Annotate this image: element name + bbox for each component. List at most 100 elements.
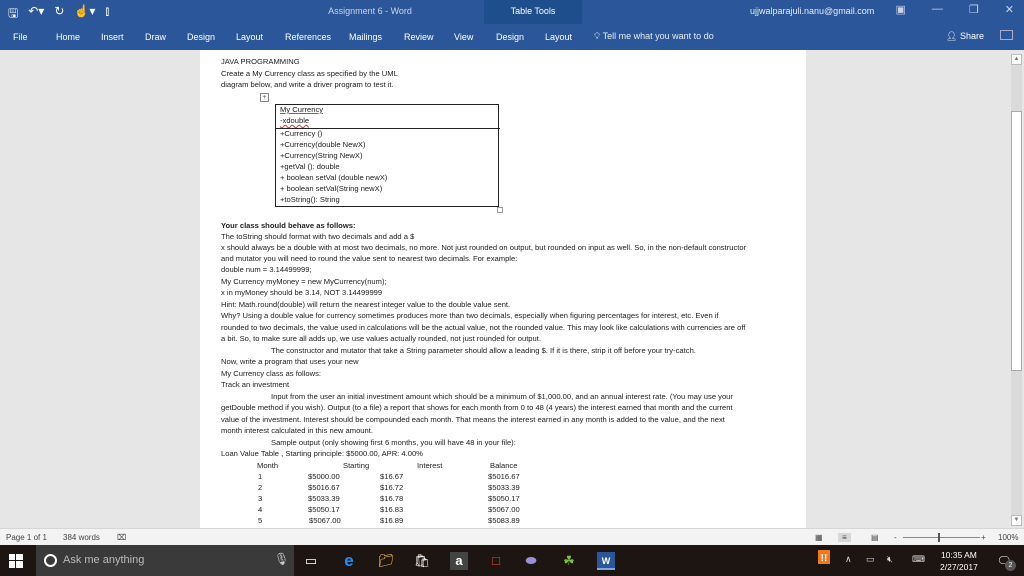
- table-cell: $5067.00: [309, 516, 341, 525]
- edge-browser-icon[interactable]: e: [340, 552, 358, 570]
- scrollbar-thumb[interactable]: [1011, 111, 1022, 371]
- tab-table-layout[interactable]: Layout: [545, 32, 572, 42]
- table-cell: $5050.17: [488, 494, 520, 503]
- windows-start-icon[interactable]: [9, 554, 23, 568]
- doc-line: and mutator you will need to round the v…: [221, 254, 518, 263]
- table-header: Starting: [343, 461, 370, 470]
- doc-line: My Currency class as follows:: [221, 369, 322, 378]
- table-cell: $5000.00: [308, 472, 340, 481]
- search-placeholder: Ask me anything: [63, 554, 145, 566]
- share-button[interactable]: 👤︎ Share: [946, 31, 984, 42]
- tab-mailings[interactable]: Mailings: [349, 32, 382, 42]
- tab-file[interactable]: File: [13, 32, 28, 42]
- zoom-out-button[interactable]: -: [894, 533, 897, 542]
- table-resize-handle[interactable]: [497, 207, 503, 213]
- volume-muted-icon[interactable]: 🔇︎: [887, 554, 893, 565]
- store-icon[interactable]: 🛍︎: [413, 552, 431, 570]
- tell-me-search[interactable]: 💡︎ Tell me what you want to do: [594, 31, 714, 42]
- share-label: Share: [959, 31, 984, 41]
- doc-line: Your class should behave as follows:: [221, 221, 356, 230]
- file-explorer-icon[interactable]: 📁︎: [377, 552, 395, 570]
- window-controls: ▣ — ❐ ✕: [896, 3, 1015, 16]
- uml-method: +Currency(double NewX): [280, 140, 366, 149]
- proofing-icon[interactable]: ⌧: [117, 533, 126, 542]
- document-page[interactable]: JAVA PROGRAMMING Create a My Currency cl…: [200, 50, 806, 528]
- tell-me-label: Tell me what you want to do: [602, 31, 714, 41]
- table-cell: $5016.67: [488, 472, 520, 481]
- doc-line: value of the investment. Interest should…: [221, 415, 725, 424]
- task-view-icon[interactable]: ▭: [302, 552, 320, 570]
- minimize-icon[interactable]: —: [932, 3, 943, 16]
- eclipse-icon[interactable]: ⬬: [522, 552, 540, 570]
- read-mode-icon[interactable]: ▦: [815, 533, 823, 542]
- doc-line: Track an investment: [221, 380, 290, 389]
- table-cell: 1: [258, 472, 263, 481]
- restore-icon[interactable]: ❐: [969, 3, 979, 16]
- office-icon[interactable]: □: [487, 552, 505, 570]
- page-count[interactable]: Page 1 of 1: [6, 533, 47, 542]
- system-clock[interactable]: 10:35 AM 2/27/2017: [940, 549, 978, 573]
- document-area: JAVA PROGRAMMING Create a My Currency cl…: [0, 50, 1010, 528]
- notification-count-badge: 2: [1005, 560, 1016, 571]
- cortana-search-box[interactable]: Ask me anything 🎙︎: [36, 545, 294, 576]
- table-cell: $16.83: [380, 505, 404, 514]
- table-cell: $5016.67: [308, 483, 340, 492]
- tab-layout[interactable]: Layout: [236, 32, 263, 42]
- tab-home[interactable]: Home: [56, 32, 80, 42]
- word-count[interactable]: 384 words: [63, 533, 100, 542]
- keyboard-icon[interactable]: ⌨: [912, 554, 925, 565]
- tab-table-design[interactable]: Design: [496, 32, 524, 42]
- word-taskbar-icon[interactable]: W: [597, 552, 615, 570]
- print-layout-icon[interactable]: ≡: [838, 533, 851, 542]
- alert-icon[interactable]: !!: [818, 550, 830, 564]
- app-icon[interactable]: ☘: [560, 552, 578, 570]
- zoom-slider-thumb[interactable]: [938, 533, 940, 542]
- tab-view[interactable]: View: [454, 32, 473, 42]
- table-row: 1 $5000.00 $16.67 $5016.67: [221, 472, 551, 483]
- microphone-icon[interactable]: 🎙︎: [274, 552, 289, 566]
- clock-time: 10:35 AM: [940, 550, 977, 560]
- show-hidden-icons[interactable]: ∧: [845, 554, 852, 565]
- scroll-down-icon[interactable]: ▼: [1011, 515, 1022, 526]
- battery-icon[interactable]: ▭: [866, 554, 875, 565]
- table-cell: 2: [258, 483, 263, 492]
- table-cell: $5050.17: [308, 505, 340, 514]
- amazon-icon[interactable]: a: [450, 552, 468, 570]
- account-email[interactable]: ujjwalparajuli.nanu@gmail.com: [750, 6, 874, 16]
- table-row: 3 $5033.39 $16.78 $5050.17: [221, 494, 551, 505]
- doc-line: a bit. So, to make sure all adds up, we …: [221, 334, 541, 343]
- tab-design[interactable]: Design: [187, 32, 215, 42]
- doc-line: Hint: Math.round(double) will return the…: [221, 300, 511, 309]
- doc-line: x should always be a double with at most…: [221, 243, 747, 252]
- web-layout-icon[interactable]: ▤: [871, 533, 879, 542]
- doc-line: getDouble method if you wish). Output (t…: [221, 403, 733, 412]
- tab-insert[interactable]: Insert: [101, 32, 124, 42]
- table-cell: $5083.89: [488, 516, 520, 525]
- doc-line: Input from the user an initial investmen…: [271, 392, 733, 401]
- table-cell: 5: [258, 516, 263, 525]
- zoom-in-button[interactable]: +: [981, 533, 986, 542]
- tab-review[interactable]: Review: [404, 32, 434, 42]
- intro-line-1: Create a My Currency class as specified …: [221, 69, 398, 78]
- comments-icon[interactable]: [1000, 30, 1013, 40]
- zoom-level[interactable]: 100%: [998, 533, 1018, 542]
- table-move-handle[interactable]: +: [260, 93, 269, 102]
- tab-draw[interactable]: Draw: [145, 32, 166, 42]
- table-cell: 4: [258, 505, 263, 514]
- close-icon[interactable]: ✕: [1005, 3, 1014, 16]
- ribbon-display-icon[interactable]: ▣: [896, 3, 906, 16]
- table-row: 4 $5050.17 $16.83 $5067.00: [221, 505, 551, 516]
- tab-references[interactable]: References: [285, 32, 331, 42]
- cortana-icon: [44, 554, 57, 567]
- clock-date: 2/27/2017: [940, 562, 978, 572]
- uml-table[interactable]: My Currency -xdouble +Currency () +Curre…: [275, 104, 500, 207]
- table-row: 5 $5067.00 $16.89 $5083.89: [221, 516, 551, 527]
- doc-line: My Currency myMoney = new MyCurrency(num…: [221, 277, 387, 286]
- table-cell: $16.78: [380, 494, 404, 503]
- vertical-scrollbar[interactable]: ▲ ▼: [1011, 54, 1022, 526]
- window-title: Assignment 6 - Word: [328, 6, 412, 16]
- zoom-slider[interactable]: [903, 537, 980, 538]
- table-cell: $5033.39: [488, 483, 520, 492]
- table-header-row: Month Starting Interest Balance: [221, 461, 551, 472]
- scroll-up-icon[interactable]: ▲: [1011, 54, 1022, 65]
